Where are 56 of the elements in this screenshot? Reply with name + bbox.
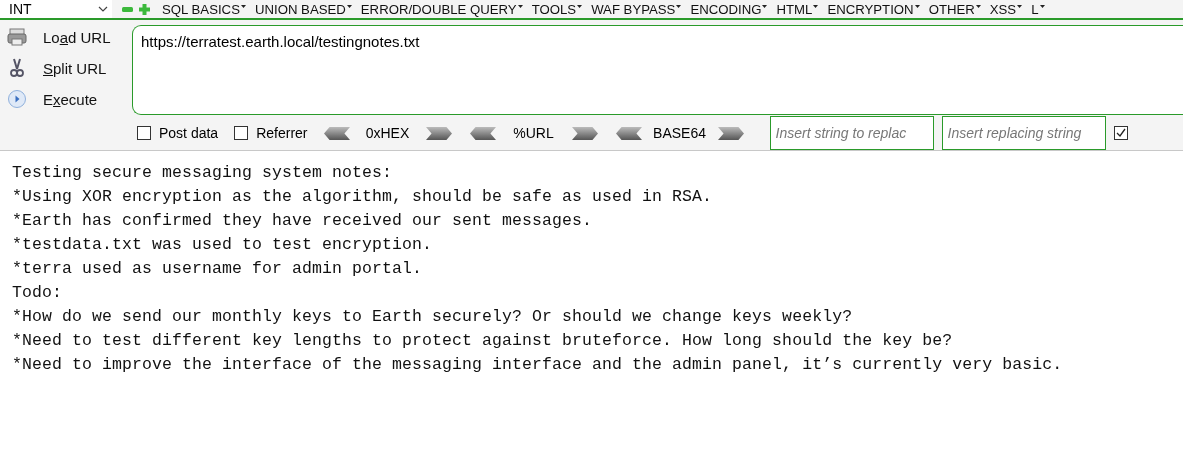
menu-item[interactable]: ENCRYPTION: [827, 1, 920, 17]
text-line: *Need to improve the interface of the messaging interface and the admin panel, it’s currently very basic.: [12, 354, 1064, 376]
caret-icon: [914, 5, 920, 8]
text-line: *Using XOR encryption as the algorithm, should be safe as used in RSA.: [12, 186, 714, 208]
text-line: *Earth has confirmed they have received our sent messages.: [12, 210, 594, 232]
menu-item[interactable]: ENCODING: [690, 1, 768, 17]
replace-field[interactable]: Insert replacing string: [941, 116, 1106, 150]
menu-item[interactable]: HTML: [776, 1, 819, 17]
caret-icon: [577, 5, 583, 8]
execute-button[interactable]: Execute: [0, 85, 132, 113]
split-button[interactable]: Split URL: [0, 54, 132, 82]
checkbox[interactable]: [137, 126, 151, 140]
menu-item[interactable]: ERROR/DOUBLE QUERY: [360, 1, 523, 17]
menu-item[interactable]: OTHER: [928, 1, 981, 17]
left-arrow-icon[interactable]: [615, 126, 642, 140]
caret-icon: [975, 5, 981, 8]
menu-item[interactable]: L: [1031, 1, 1045, 17]
caret-icon: [1017, 5, 1023, 8]
caret-icon: [346, 5, 352, 8]
right-arrow-icon[interactable]: [571, 126, 598, 140]
caret-icon: [517, 5, 523, 8]
checkbox[interactable]: [1113, 126, 1128, 140]
menu-item[interactable]: TOOLS: [531, 1, 583, 17]
replace-field[interactable]: Insert string to replac: [769, 116, 934, 150]
caret-icon: [98, 6, 108, 12]
menu-item[interactable]: XSS: [989, 1, 1023, 17]
scissors-icon: [7, 58, 27, 78]
type-select[interactable]: INT: [0, 0, 112, 18]
caret-icon: [762, 5, 768, 8]
text-line: *Need to test different key lengths to protect against bruteforce. How long should the key be?: [12, 330, 954, 352]
play-icon: [7, 89, 27, 109]
checkbox-label: Post data: [159, 125, 219, 141]
menu-item[interactable]: UNION BASED: [254, 1, 352, 17]
checkbox-label: Referrer: [256, 125, 308, 141]
encoder-label: %URL: [512, 125, 555, 141]
left-arrow-icon[interactable]: [469, 126, 496, 140]
caret-icon: [240, 5, 246, 8]
caret-icon: [676, 5, 682, 8]
checkbox[interactable]: [234, 126, 249, 140]
text-line: Testing secure messaging system notes:: [12, 162, 394, 184]
left-arrow-icon[interactable]: [323, 126, 350, 140]
printer-icon: [7, 27, 27, 47]
encoder-label: 0xHEX: [364, 125, 411, 141]
right-arrow-icon[interactable]: [717, 126, 744, 140]
encoder-label: BASE64: [652, 125, 707, 141]
menu-item[interactable]: WAF BYPASS: [591, 1, 682, 17]
load-button[interactable]: Load URL: [0, 23, 132, 51]
menu-item[interactable]: SQL BASICS: [162, 1, 246, 17]
text-line: *How do we send our monthly keys to Earth securely? Or should we change keys weekly?: [12, 306, 854, 328]
text-line: *terra used as username for admin portal.: [12, 258, 424, 280]
url-field[interactable]: https://terratest.earth.local/testingnotes.txt: [132, 25, 1183, 115]
caret-icon: [1039, 5, 1045, 8]
text-line: Todo:: [12, 282, 63, 304]
text-line: *testdata.txt was used to test encryption.: [12, 234, 434, 256]
caret-icon: [813, 5, 819, 8]
right-arrow-icon[interactable]: [425, 126, 452, 140]
